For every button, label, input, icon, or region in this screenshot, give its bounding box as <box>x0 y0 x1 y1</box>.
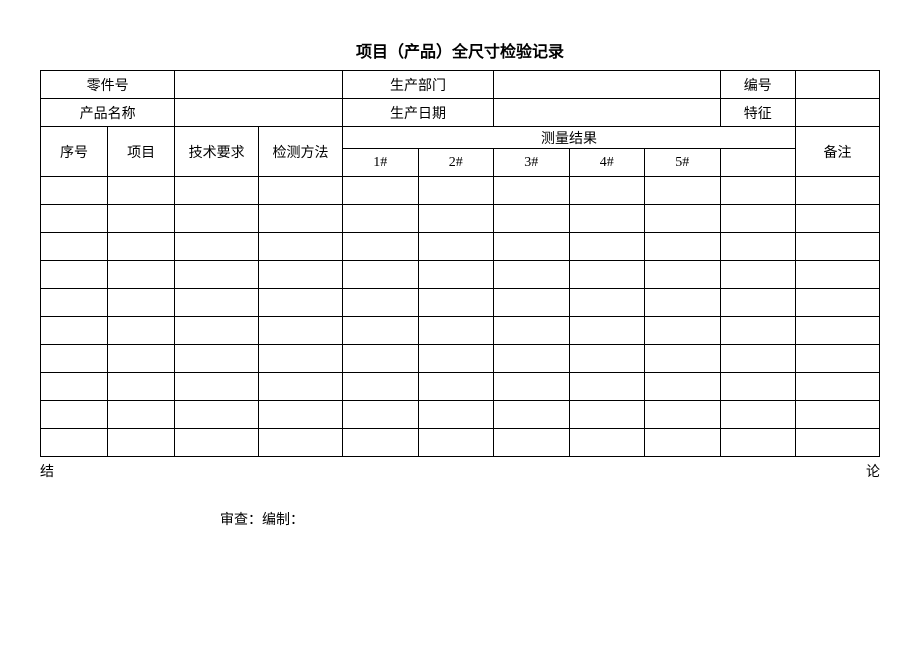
feature-value <box>796 99 880 127</box>
code-value <box>796 71 880 99</box>
prod-date-label: 生产日期 <box>343 99 494 127</box>
table-row <box>41 289 880 317</box>
inspection-table-wrap: 零件号 生产部门 编号 产品名称 生产日期 特征 序号 项目 技术要求 检测方法… <box>40 70 880 457</box>
sign-text: 审查：编制： <box>220 513 304 528</box>
table-row <box>41 233 880 261</box>
conclusion-right: 论 <box>866 461 880 481</box>
col-item: 项目 <box>108 127 175 177</box>
col-tech-req: 技术要求 <box>175 127 259 177</box>
col-r-extra <box>720 149 796 177</box>
page-title: 项目（产品）全尺寸检验记录 <box>0 0 920 70</box>
conclusion-row: 结 论 <box>40 457 880 481</box>
feature-label: 特征 <box>720 99 796 127</box>
col-r4: 4# <box>569 149 645 177</box>
col-remark: 备注 <box>796 127 880 177</box>
part-no-value <box>175 71 343 99</box>
col-r1: 1# <box>343 149 419 177</box>
table-row <box>41 205 880 233</box>
code-label: 编号 <box>720 71 796 99</box>
part-no-label: 零件号 <box>41 71 175 99</box>
info-row-2: 产品名称 生产日期 特征 <box>41 99 880 127</box>
prod-date-value <box>494 99 721 127</box>
product-name-value <box>175 99 343 127</box>
table-row <box>41 373 880 401</box>
table-row <box>41 345 880 373</box>
dept-label: 生产部门 <box>343 71 494 99</box>
table-row <box>41 317 880 345</box>
column-header-row-1: 序号 项目 技术要求 检测方法 测量结果 备注 <box>41 127 880 149</box>
col-result-group: 测量结果 <box>343 127 796 149</box>
table-row <box>41 401 880 429</box>
col-r3: 3# <box>494 149 570 177</box>
product-name-label: 产品名称 <box>41 99 175 127</box>
info-row-1: 零件号 生产部门 编号 <box>41 71 880 99</box>
col-method: 检测方法 <box>259 127 343 177</box>
col-r5: 5# <box>645 149 721 177</box>
col-seq: 序号 <box>41 127 108 177</box>
sign-row: 审查：编制： <box>40 481 880 529</box>
dept-value <box>494 71 721 99</box>
conclusion-left: 结 <box>40 461 54 481</box>
col-r2: 2# <box>418 149 494 177</box>
table-row <box>41 429 880 457</box>
table-row <box>41 177 880 205</box>
inspection-table: 零件号 生产部门 编号 产品名称 生产日期 特征 序号 项目 技术要求 检测方法… <box>40 70 880 457</box>
table-row <box>41 261 880 289</box>
